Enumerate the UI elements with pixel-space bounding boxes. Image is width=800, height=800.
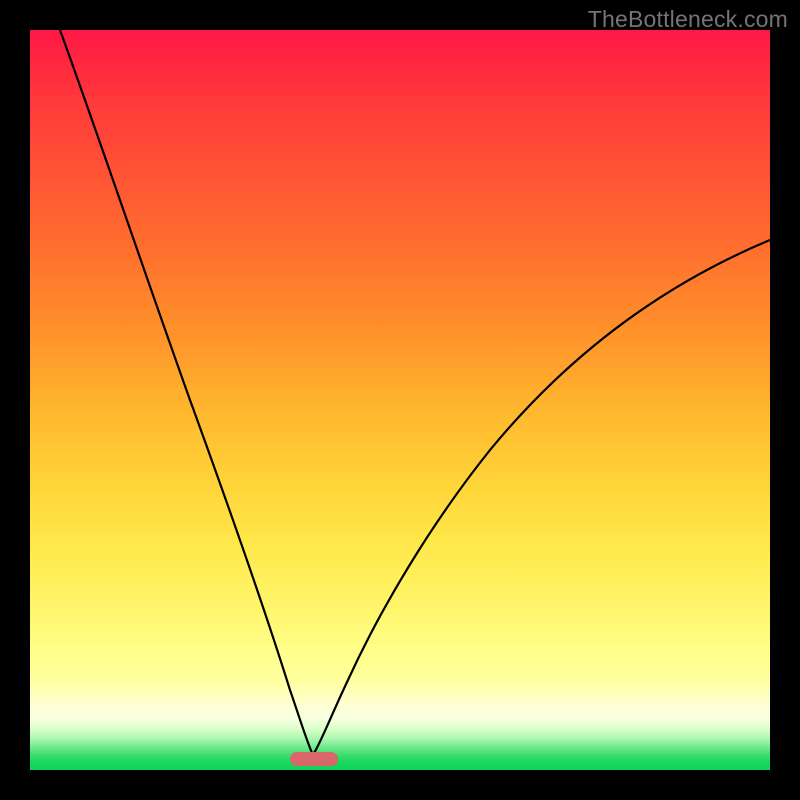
optimum-marker (290, 752, 338, 766)
watermark-text: TheBottleneck.com (588, 6, 788, 33)
curve-left-branch (60, 30, 313, 755)
curve-right-branch (313, 240, 770, 755)
chart-frame: TheBottleneck.com (0, 0, 800, 800)
bottleneck-curve (30, 30, 770, 770)
plot-area (30, 30, 770, 770)
